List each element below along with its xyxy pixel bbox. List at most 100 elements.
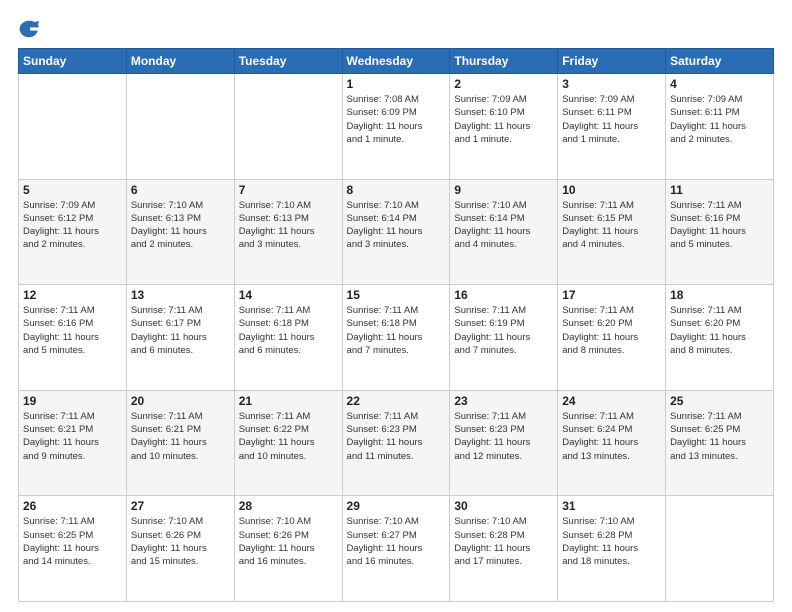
weekday-header-wednesday: Wednesday <box>342 49 450 74</box>
calendar-cell: 26Sunrise: 7:11 AM Sunset: 6:25 PM Dayli… <box>19 496 127 602</box>
day-info: Sunrise: 7:11 AM Sunset: 6:16 PM Dayligh… <box>23 304 122 357</box>
day-number: 1 <box>347 77 446 91</box>
calendar-cell: 2Sunrise: 7:09 AM Sunset: 6:10 PM Daylig… <box>450 74 558 180</box>
calendar-cell: 19 Sunrise: 7:11 AM Sunset: 6:21 PM Dayli… <box>19 390 127 496</box>
calendar-cell: 23 Sunrise: 7:11 AM Sunset: 6:23 PM Dayli… <box>450 390 558 496</box>
calendar-cell: 28 Sunrise: 7:10 AM Sunset: 6:26 PM Dayli… <box>234 496 342 602</box>
calendar-cell: 27Sunrise: 7:10 AM Sunset: 6:26 PM Dayli… <box>126 496 234 602</box>
calendar-cell <box>666 496 774 602</box>
day-info: Sunrise: 7:10 AM Sunset: 6:13 PM Dayligh… <box>239 199 338 252</box>
calendar-cell: 8 Sunrise: 7:10 AM Sunset: 6:14 PM Daylig… <box>342 179 450 285</box>
weekday-header-friday: Friday <box>558 49 666 74</box>
calendar-cell: 29Sunrise: 7:10 AM Sunset: 6:27 PM Dayli… <box>342 496 450 602</box>
day-info: Sunrise: 7:10 AM Sunset: 6:28 PM Dayligh… <box>562 515 661 568</box>
day-number: 18 <box>670 288 769 302</box>
day-info: Sunrise: 7:11 AM Sunset: 6:25 PM Dayligh… <box>23 515 122 568</box>
day-info: Sunrise: 7:10 AM Sunset: 6:26 PM Dayligh… <box>131 515 230 568</box>
week-row-1: 1 Sunrise: 7:08 AM Sunset: 6:09 PM Daylig… <box>19 74 774 180</box>
day-number: 30 <box>454 499 553 513</box>
calendar-cell: 31 Sunrise: 7:10 AM Sunset: 6:28 PM Dayli… <box>558 496 666 602</box>
weekday-header-tuesday: Tuesday <box>234 49 342 74</box>
calendar-cell: 22Sunrise: 7:11 AM Sunset: 6:23 PM Dayli… <box>342 390 450 496</box>
day-info: Sunrise: 7:08 AM Sunset: 6:09 PM Dayligh… <box>347 93 446 146</box>
weekday-header-saturday: Saturday <box>666 49 774 74</box>
day-info: Sunrise: 7:10 AM Sunset: 6:14 PM Dayligh… <box>454 199 553 252</box>
day-number: 24 <box>562 394 661 408</box>
day-number: 31 <box>562 499 661 513</box>
day-info: Sunrise: 7:10 AM Sunset: 6:14 PM Dayligh… <box>347 199 446 252</box>
calendar-cell: 11Sunrise: 7:11 AM Sunset: 6:16 PM Dayli… <box>666 179 774 285</box>
day-info: Sunrise: 7:11 AM Sunset: 6:20 PM Dayligh… <box>670 304 769 357</box>
day-info: Sunrise: 7:11 AM Sunset: 6:17 PM Dayligh… <box>131 304 230 357</box>
day-info: Sunrise: 7:09 AM Sunset: 6:10 PM Dayligh… <box>454 93 553 146</box>
logo-icon <box>18 18 40 40</box>
header <box>18 18 774 40</box>
day-info: Sunrise: 7:10 AM Sunset: 6:27 PM Dayligh… <box>347 515 446 568</box>
day-info: Sunrise: 7:11 AM Sunset: 6:18 PM Dayligh… <box>239 304 338 357</box>
calendar-table: SundayMondayTuesdayWednesdayThursdayFrid… <box>18 48 774 602</box>
day-number: 4 <box>670 77 769 91</box>
day-info: Sunrise: 7:10 AM Sunset: 6:26 PM Dayligh… <box>239 515 338 568</box>
page: SundayMondayTuesdayWednesdayThursdayFrid… <box>0 0 792 612</box>
day-number: 10 <box>562 183 661 197</box>
day-info: Sunrise: 7:09 AM Sunset: 6:12 PM Dayligh… <box>23 199 122 252</box>
day-number: 14 <box>239 288 338 302</box>
day-info: Sunrise: 7:11 AM Sunset: 6:15 PM Dayligh… <box>562 199 661 252</box>
day-info: Sunrise: 7:11 AM Sunset: 6:23 PM Dayligh… <box>454 410 553 463</box>
calendar-cell: 13 Sunrise: 7:11 AM Sunset: 6:17 PM Dayli… <box>126 285 234 391</box>
day-number: 15 <box>347 288 446 302</box>
calendar-cell: 7 Sunrise: 7:10 AM Sunset: 6:13 PM Daylig… <box>234 179 342 285</box>
day-number: 23 <box>454 394 553 408</box>
day-number: 25 <box>670 394 769 408</box>
calendar-cell: 14 Sunrise: 7:11 AM Sunset: 6:18 PM Dayli… <box>234 285 342 391</box>
day-number: 20 <box>131 394 230 408</box>
calendar-cell: 1 Sunrise: 7:08 AM Sunset: 6:09 PM Daylig… <box>342 74 450 180</box>
day-number: 12 <box>23 288 122 302</box>
calendar-cell: 24 Sunrise: 7:11 AM Sunset: 6:24 PM Dayli… <box>558 390 666 496</box>
day-number: 7 <box>239 183 338 197</box>
day-number: 5 <box>23 183 122 197</box>
day-number: 28 <box>239 499 338 513</box>
calendar-cell: 15 Sunrise: 7:11 AM Sunset: 6:18 PM Dayli… <box>342 285 450 391</box>
calendar-cell: 21 Sunrise: 7:11 AM Sunset: 6:22 PM Dayli… <box>234 390 342 496</box>
calendar-cell: 10 Sunrise: 7:11 AM Sunset: 6:15 PM Dayli… <box>558 179 666 285</box>
weekday-header-thursday: Thursday <box>450 49 558 74</box>
day-info: Sunrise: 7:11 AM Sunset: 6:20 PM Dayligh… <box>562 304 661 357</box>
calendar-cell: 20 Sunrise: 7:11 AM Sunset: 6:21 PM Dayli… <box>126 390 234 496</box>
week-row-2: 5 Sunrise: 7:09 AM Sunset: 6:12 PM Daylig… <box>19 179 774 285</box>
calendar-cell: 5 Sunrise: 7:09 AM Sunset: 6:12 PM Daylig… <box>19 179 127 285</box>
day-number: 13 <box>131 288 230 302</box>
day-info: Sunrise: 7:11 AM Sunset: 6:22 PM Dayligh… <box>239 410 338 463</box>
day-info: Sunrise: 7:11 AM Sunset: 6:25 PM Dayligh… <box>670 410 769 463</box>
weekday-header-sunday: Sunday <box>19 49 127 74</box>
day-number: 21 <box>239 394 338 408</box>
calendar-cell: 17 Sunrise: 7:11 AM Sunset: 6:20 PM Dayli… <box>558 285 666 391</box>
calendar-cell: 4 Sunrise: 7:09 AM Sunset: 6:11 PM Daylig… <box>666 74 774 180</box>
weekday-header-row: SundayMondayTuesdayWednesdayThursdayFrid… <box>19 49 774 74</box>
day-number: 19 <box>23 394 122 408</box>
day-number: 3 <box>562 77 661 91</box>
logo <box>18 18 44 40</box>
weekday-header-monday: Monday <box>126 49 234 74</box>
day-info: Sunrise: 7:11 AM Sunset: 6:21 PM Dayligh… <box>131 410 230 463</box>
calendar-cell: 25 Sunrise: 7:11 AM Sunset: 6:25 PM Dayli… <box>666 390 774 496</box>
calendar-cell: 9 Sunrise: 7:10 AM Sunset: 6:14 PM Daylig… <box>450 179 558 285</box>
day-number: 22 <box>347 394 446 408</box>
day-number: 16 <box>454 288 553 302</box>
day-number: 8 <box>347 183 446 197</box>
day-number: 17 <box>562 288 661 302</box>
day-info: Sunrise: 7:10 AM Sunset: 6:28 PM Dayligh… <box>454 515 553 568</box>
day-info: Sunrise: 7:10 AM Sunset: 6:13 PM Dayligh… <box>131 199 230 252</box>
calendar-cell: 16 Sunrise: 7:11 AM Sunset: 6:19 PM Dayli… <box>450 285 558 391</box>
day-info: Sunrise: 7:09 AM Sunset: 6:11 PM Dayligh… <box>670 93 769 146</box>
day-info: Sunrise: 7:11 AM Sunset: 6:24 PM Dayligh… <box>562 410 661 463</box>
day-number: 9 <box>454 183 553 197</box>
calendar-cell <box>126 74 234 180</box>
day-number: 6 <box>131 183 230 197</box>
day-info: Sunrise: 7:11 AM Sunset: 6:19 PM Dayligh… <box>454 304 553 357</box>
day-info: Sunrise: 7:11 AM Sunset: 6:18 PM Dayligh… <box>347 304 446 357</box>
calendar-cell: 30 Sunrise: 7:10 AM Sunset: 6:28 PM Dayli… <box>450 496 558 602</box>
calendar-cell <box>19 74 127 180</box>
day-info: Sunrise: 7:11 AM Sunset: 6:21 PM Dayligh… <box>23 410 122 463</box>
day-info: Sunrise: 7:09 AM Sunset: 6:11 PM Dayligh… <box>562 93 661 146</box>
